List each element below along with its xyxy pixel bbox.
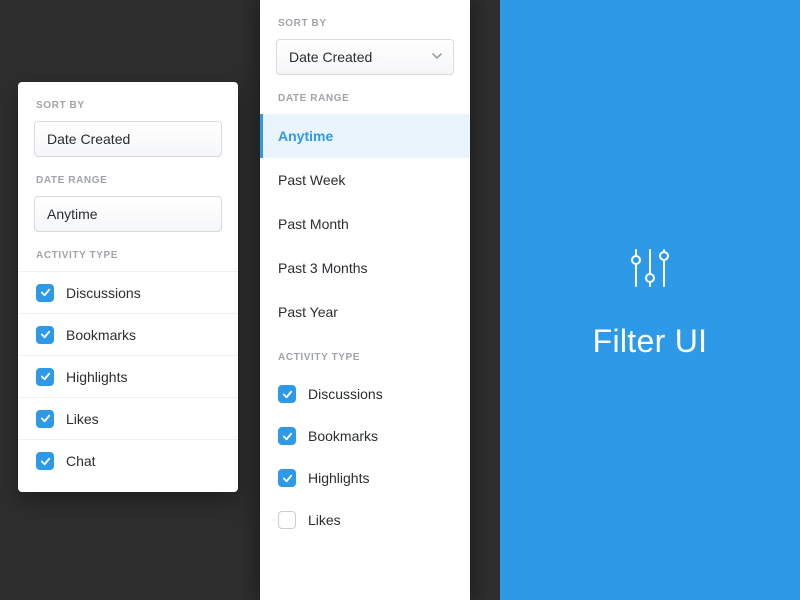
date-range-select[interactable]: Anytime: [34, 196, 222, 232]
activity-item-label: Highlights: [308, 470, 369, 486]
sort-select[interactable]: Date Created: [34, 121, 222, 157]
sliders-icon: [622, 240, 678, 301]
date-range-option-anytime[interactable]: Anytime: [260, 114, 470, 158]
activity-item-label: Discussions: [66, 285, 141, 301]
activity-item-label: Chat: [66, 453, 96, 469]
activity-item[interactable]: Discussions: [18, 272, 238, 314]
activity-item-label: Bookmarks: [308, 428, 378, 444]
date-range-options: Anytime Past Week Past Month Past 3 Mont…: [260, 114, 470, 334]
checkbox-checked-icon[interactable]: [278, 469, 296, 487]
date-range-select-value: Anytime: [47, 206, 98, 222]
activity-item-label: Likes: [66, 411, 99, 427]
checkbox-checked-icon[interactable]: [36, 410, 54, 428]
hero-panel: Filter UI: [500, 0, 800, 600]
filter-panel-expanded: SORT BY Date Created DATE RANGE Anytime …: [260, 0, 470, 600]
checkbox-checked-icon[interactable]: [36, 452, 54, 470]
activity-item-label: Discussions: [308, 386, 383, 402]
checkbox-unchecked-icon[interactable]: [278, 511, 296, 529]
date-range-option-past-month[interactable]: Past Month: [260, 202, 470, 246]
date-range-option-label: Past 3 Months: [278, 260, 368, 276]
section-label-sort-by: SORT BY: [260, 0, 470, 39]
date-range-option-past-year[interactable]: Past Year: [260, 290, 470, 334]
activity-item-label: Likes: [308, 512, 341, 528]
date-range-option-label: Past Year: [278, 304, 338, 320]
activity-item[interactable]: Highlights: [260, 457, 470, 499]
section-label-date-range: DATE RANGE: [18, 157, 238, 196]
section-label-activity-type: ACTIVITY TYPE: [18, 232, 238, 271]
activity-item-label: Highlights: [66, 369, 127, 385]
activity-item[interactable]: Likes: [260, 499, 470, 541]
checkbox-checked-icon[interactable]: [36, 326, 54, 344]
checkbox-checked-icon[interactable]: [36, 284, 54, 302]
hero-title: Filter UI: [593, 323, 708, 360]
activity-item[interactable]: Bookmarks: [260, 415, 470, 457]
sort-select[interactable]: Date Created: [276, 39, 454, 75]
date-range-option-past-3-months[interactable]: Past 3 Months: [260, 246, 470, 290]
activity-item[interactable]: Discussions: [260, 373, 470, 415]
activity-list-collapsed: Discussions Bookmarks Highlights Likes C…: [18, 271, 238, 482]
date-range-option-label: Past Week: [278, 172, 345, 188]
checkbox-checked-icon[interactable]: [278, 385, 296, 403]
sort-select-value: Date Created: [47, 131, 130, 147]
date-range-option-past-week[interactable]: Past Week: [260, 158, 470, 202]
activity-item-label: Bookmarks: [66, 327, 136, 343]
activity-list-expanded: Discussions Bookmarks Highlights Likes: [260, 373, 470, 541]
chevron-down-icon: [431, 49, 443, 65]
section-label-date-range: DATE RANGE: [260, 75, 470, 114]
date-range-option-label: Past Month: [278, 216, 349, 232]
activity-item[interactable]: Highlights: [18, 356, 238, 398]
checkbox-checked-icon[interactable]: [278, 427, 296, 445]
activity-item[interactable]: Bookmarks: [18, 314, 238, 356]
section-label-sort-by: SORT BY: [18, 82, 238, 121]
sort-select-value: Date Created: [289, 49, 372, 65]
filter-panel-collapsed: SORT BY Date Created DATE RANGE Anytime …: [18, 82, 238, 492]
activity-item[interactable]: Chat: [18, 440, 238, 482]
date-range-option-label: Anytime: [278, 128, 333, 144]
checkbox-checked-icon[interactable]: [36, 368, 54, 386]
activity-item[interactable]: Likes: [18, 398, 238, 440]
section-label-activity-type: ACTIVITY TYPE: [260, 334, 470, 373]
